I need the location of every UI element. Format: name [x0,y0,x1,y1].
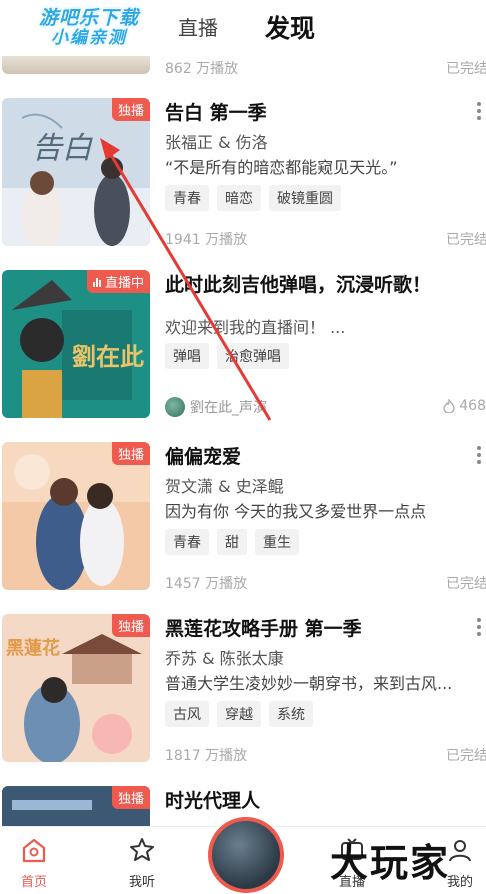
annotation-arrow [100,138,272,421]
